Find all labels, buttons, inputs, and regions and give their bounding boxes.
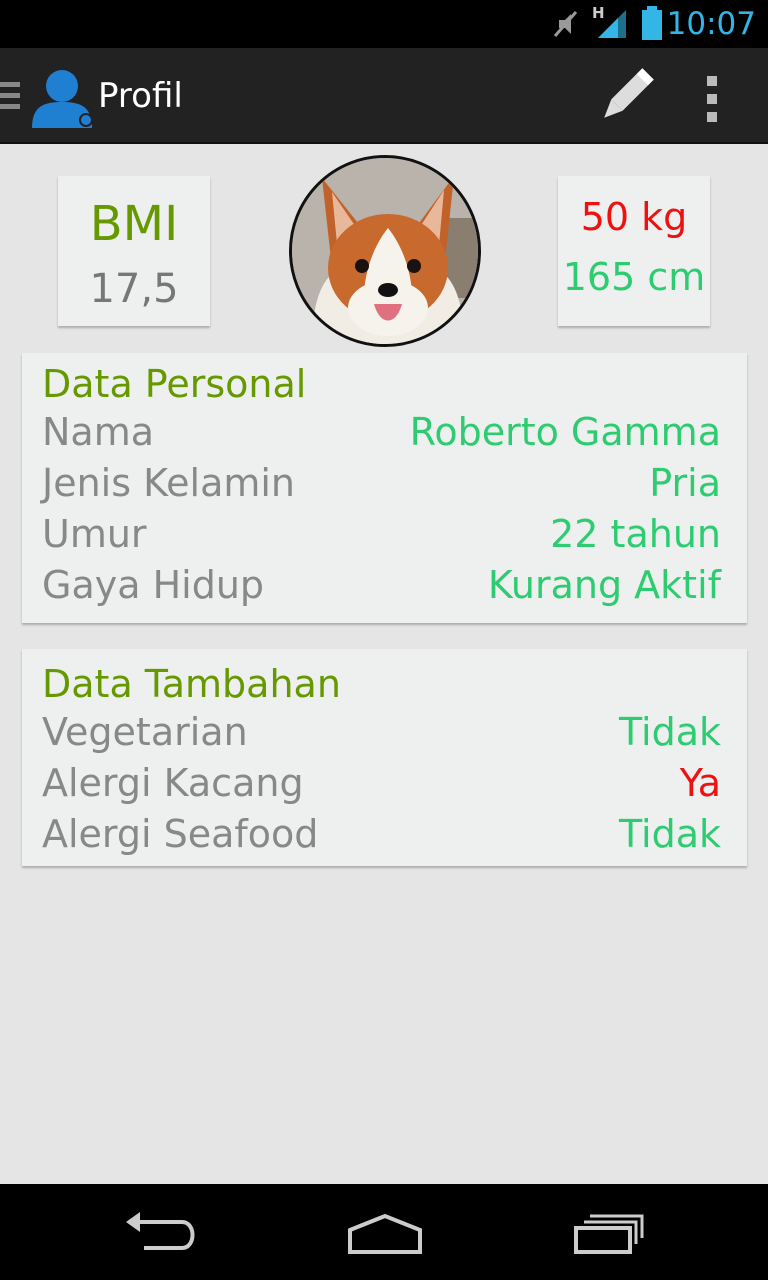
status-bar: H 10:07 <box>0 0 768 48</box>
row-value: Roberto Gamma <box>409 410 721 454</box>
row-label: Vegetarian <box>42 710 248 754</box>
row-value: Tidak <box>618 710 721 754</box>
row-label: Nama <box>42 410 155 454</box>
pencil-icon[interactable] <box>592 68 656 128</box>
weight-value: 50 kg <box>580 195 688 239</box>
list-item: Jenis Kelamin Pria <box>42 460 721 506</box>
drawer-icon[interactable] <box>0 76 22 116</box>
signal-icon <box>598 10 626 38</box>
avatar[interactable] <box>289 155 481 347</box>
height-value: 165 cm <box>562 255 706 299</box>
dog-photo <box>292 158 478 344</box>
measurements-card: 50 kg 165 cm <box>558 176 710 326</box>
row-value: Pria <box>649 461 721 505</box>
tambahan-heading: Data Tambahan <box>42 662 341 706</box>
row-value: 22 tahun <box>550 512 721 556</box>
profile-icon[interactable] <box>28 66 96 130</box>
row-label: Gaya Hidup <box>42 563 265 607</box>
bmi-card: BMI 17,5 <box>58 176 210 326</box>
row-label: Jenis Kelamin <box>42 461 296 505</box>
overflow-menu-icon[interactable] <box>690 66 734 130</box>
action-bar: Profil <box>0 48 768 144</box>
bmi-value: 17,5 <box>89 266 179 312</box>
mute-icon <box>553 11 578 37</box>
list-item: Gaya Hidup Kurang Aktif <box>42 562 721 608</box>
page-title: Profil <box>98 76 183 116</box>
bmi-label: BMI <box>89 196 179 252</box>
personal-data-card: Data Personal Nama Roberto Gamma Jenis K… <box>22 353 747 623</box>
personal-heading: Data Personal <box>42 362 307 406</box>
row-label: Alergi Kacang <box>42 761 304 805</box>
list-item: Alergi Seafood Tidak <box>42 811 721 857</box>
row-value: Tidak <box>618 812 721 856</box>
additional-data-card: Data Tambahan Vegetarian Tidak Alergi Ka… <box>22 649 747 866</box>
recent-apps-icon[interactable] <box>556 1200 666 1264</box>
battery-icon <box>642 6 662 40</box>
list-item: Alergi Kacang Ya <box>42 760 721 806</box>
navigation-bar <box>0 1184 768 1280</box>
list-item: Vegetarian Tidak <box>42 709 721 755</box>
row-label: Alergi Seafood <box>42 812 319 856</box>
row-label: Umur <box>42 512 147 556</box>
clock: 10:07 <box>666 6 756 42</box>
row-value: Kurang Aktif <box>487 563 721 607</box>
home-icon[interactable] <box>330 1200 440 1264</box>
list-item: Nama Roberto Gamma <box>42 409 721 455</box>
back-icon[interactable] <box>104 1200 214 1264</box>
row-value: Ya <box>679 761 721 805</box>
list-item: Umur 22 tahun <box>42 511 721 557</box>
